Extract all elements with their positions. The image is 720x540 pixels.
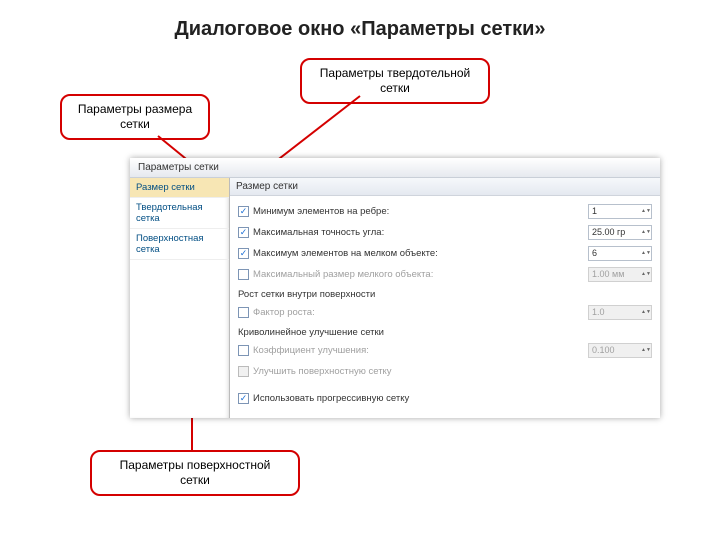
checkbox-max-elements-small[interactable] — [238, 248, 249, 259]
section-growth: Рост сетки внутри поверхности — [238, 289, 652, 300]
spinner-icon[interactable]: ▲▼ — [641, 230, 648, 235]
checkbox-improve-coef[interactable] — [238, 345, 249, 356]
input-max-size-small: 1.00 мм ▲▼ — [588, 267, 652, 282]
checkbox-improve-surface — [238, 366, 249, 377]
label-improve-coef: Коэффициент улучшения: — [253, 345, 584, 356]
label-max-elements-small: Максимум элементов на мелком объекте: — [253, 248, 584, 259]
label-improve-surface: Улучшить поверхностную сетку — [253, 366, 652, 377]
slide-title: Диалоговое окно «Параметры сетки» — [0, 18, 720, 41]
input-min-elements[interactable]: 1 ▲▼ — [588, 204, 652, 219]
label-progressive-mesh: Использовать прогрессивную сетку — [253, 393, 652, 404]
label-growth-factor: Фактор роста: — [253, 307, 584, 318]
label-max-angle: Максимальная точность угла: — [253, 227, 584, 238]
checkbox-max-size-small[interactable] — [238, 269, 249, 280]
spinner-icon: ▲▼ — [641, 348, 648, 353]
section-curvature: Криволинейное улучшение сетки — [238, 327, 652, 338]
callout-surface: Параметры поверхностной сетки — [90, 450, 300, 496]
nav-item-mesh-size[interactable]: Размер сетки — [130, 178, 229, 198]
callout-solid: Параметры твердотельной сетки — [300, 58, 490, 104]
label-min-elements: Минимум элементов на ребре: — [253, 206, 584, 217]
checkbox-progressive-mesh[interactable] — [238, 393, 249, 404]
mesh-params-dialog: Параметры сетки Размер сетки Твердотельн… — [130, 158, 660, 418]
spinner-icon: ▲▼ — [641, 272, 648, 277]
nav-item-solid-mesh[interactable]: Твердотельная сетка — [130, 198, 229, 229]
input-max-elements-small[interactable]: 6 ▲▼ — [588, 246, 652, 261]
mesh-size-panel: Минимум элементов на ребре: 1 ▲▼ Максима… — [230, 196, 660, 418]
checkbox-max-angle[interactable] — [238, 227, 249, 238]
spinner-icon[interactable]: ▲▼ — [641, 209, 648, 214]
input-growth-factor: 1.0 ▲▼ — [588, 305, 652, 320]
spinner-icon[interactable]: ▲▼ — [641, 251, 648, 256]
dialog-nav: Размер сетки Твердотельная сетка Поверхн… — [130, 178, 230, 418]
nav-item-surface-mesh[interactable]: Поверхностная сетка — [130, 229, 229, 260]
input-max-angle[interactable]: 25.00 гр ▲▼ — [588, 225, 652, 240]
panel-title: Размер сетки — [230, 178, 660, 196]
dialog-title: Параметры сетки — [130, 158, 660, 178]
checkbox-growth-factor[interactable] — [238, 307, 249, 318]
input-improve-coef: 0.100 ▲▼ — [588, 343, 652, 358]
checkbox-min-elements[interactable] — [238, 206, 249, 217]
callout-size: Параметры размера сетки — [60, 94, 210, 140]
label-max-size-small: Максимальный размер мелкого объекта: — [253, 269, 584, 280]
spinner-icon: ▲▼ — [641, 310, 648, 315]
